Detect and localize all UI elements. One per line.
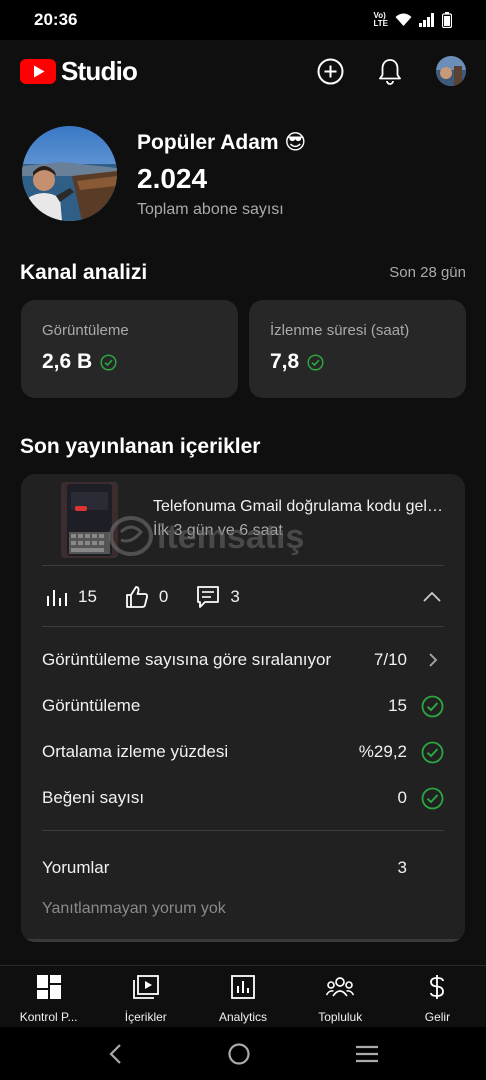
chevron-up-icon[interactable] xyxy=(423,591,441,603)
channel-avatar[interactable] xyxy=(22,126,117,221)
detail-value: 15 xyxy=(388,696,407,715)
logo-text: Studio xyxy=(61,55,138,86)
divider xyxy=(42,626,444,627)
metric-card-watch-time[interactable]: İzlenme süresi (saat) 7,8 xyxy=(249,300,466,398)
detail-label: Beğeni sayısı xyxy=(42,788,145,807)
battery-icon xyxy=(442,12,452,28)
watermark-logo: itemsatış xyxy=(109,516,304,556)
subscriber-label: Toplam abone sayısı xyxy=(137,201,284,218)
system-navigation-bar xyxy=(0,1027,486,1080)
nav-label: Topluluk xyxy=(318,1010,363,1024)
ranking-row[interactable]: Görüntüleme sayısına göre sıralanıyor 7/… xyxy=(42,648,444,672)
metric-card-views[interactable]: Görüntüleme 2,6 B xyxy=(21,300,238,398)
avg-percentage-row: Ortalama izleme yüzdesi %29,2 xyxy=(42,740,444,764)
create-plus-icon[interactable] xyxy=(317,58,344,85)
views-count: 15 xyxy=(78,587,97,606)
likes-count: 0 xyxy=(158,587,169,606)
nav-item-content[interactable]: İçerikler xyxy=(97,966,194,1027)
check-circle-icon xyxy=(421,695,444,717)
dollar-icon xyxy=(430,975,445,999)
bar-chart-icon xyxy=(47,590,67,606)
content-icon xyxy=(132,975,159,999)
wifi-icon xyxy=(395,13,412,26)
dashboard-icon xyxy=(36,975,61,999)
youtube-play-logo-icon xyxy=(20,58,56,84)
nav-label: İçerikler xyxy=(124,1010,167,1024)
detail-label: Görüntüleme xyxy=(42,696,141,715)
detail-value: 0 xyxy=(397,788,407,807)
comments-label: Yorumlar xyxy=(42,858,110,877)
divider xyxy=(42,830,444,831)
subscriber-count: 2.024 xyxy=(137,163,208,194)
svg-text:itemsatış: itemsatış xyxy=(157,518,304,556)
community-icon xyxy=(326,977,355,997)
analytics-icon xyxy=(231,975,255,999)
check-circle-icon xyxy=(307,353,324,371)
recent-content-title: Son yayınlanan içerikler xyxy=(20,435,261,458)
recent-video-card: Telefonuma Gmail doğrulama kodu gelmiyor… xyxy=(21,474,465,942)
comments-count: 3 xyxy=(230,587,240,606)
nav-label: Gelir xyxy=(424,1010,451,1024)
check-circle-icon xyxy=(421,787,444,809)
comments-row[interactable]: Yorumlar 3 xyxy=(42,856,444,880)
likes-detail-row: Beğeni sayısı 0 xyxy=(42,786,444,810)
notification-bell-icon[interactable] xyxy=(378,58,402,85)
check-circle-icon xyxy=(421,741,444,763)
divider xyxy=(42,565,444,566)
likes-stat: 0 xyxy=(125,585,168,609)
video-stats-row: 15 0 3 xyxy=(46,580,441,614)
back-icon[interactable] xyxy=(107,1043,123,1065)
metric-value: 7,8 xyxy=(270,350,300,373)
views-detail-row: Görüntüleme 15 xyxy=(42,694,444,718)
status-time: 20:36 xyxy=(34,10,78,29)
detail-label: Ortalama izleme yüzdesi xyxy=(42,742,229,761)
no-unreplied-comments-text: Yanıtlanmayan yorum yok xyxy=(42,900,226,917)
nav-item-analytics[interactable]: Analytics xyxy=(194,966,291,1027)
nav-item-dashboard[interactable]: Kontrol P... xyxy=(0,966,97,1027)
nav-item-earn[interactable]: Gelir xyxy=(389,966,486,1027)
metric-label: Görüntüleme xyxy=(42,322,129,339)
home-icon[interactable] xyxy=(227,1042,251,1066)
channel-summary: Popüler Adam 😎 2.024 Toplam abone sayısı xyxy=(22,126,306,221)
signal-icon xyxy=(419,13,434,27)
nav-item-community[interactable]: Topluluk xyxy=(292,966,389,1027)
nav-label: Analytics xyxy=(218,1010,268,1024)
volte-indicator: Vo) LTE xyxy=(373,11,388,28)
metric-label: İzlenme süresi (saat) xyxy=(270,322,410,339)
views-stat: 15 xyxy=(46,586,97,608)
chevron-right-icon xyxy=(428,653,437,667)
detail-label: Görüntüleme sayısına göre sıralanıyor xyxy=(42,650,332,669)
header-actions xyxy=(317,56,466,86)
status-icons: Vo) LTE xyxy=(373,12,452,28)
detail-value: %29,2 xyxy=(358,742,407,761)
comments-value: 3 xyxy=(397,858,407,877)
recents-menu-icon[interactable] xyxy=(355,1044,379,1064)
channel-analytics-title: Kanal analizi xyxy=(20,261,148,284)
check-circle-icon xyxy=(100,353,117,371)
bottom-navigation: Kontrol P... İçerikler Analytics Toplulu… xyxy=(0,965,486,1027)
nav-label: Kontrol P... xyxy=(19,1010,78,1024)
account-avatar[interactable] xyxy=(436,56,466,86)
youtube-studio-logo[interactable]: Studio xyxy=(20,55,138,87)
detail-value: 7/10 xyxy=(373,650,407,669)
metric-value: 2,6 B xyxy=(42,350,93,373)
status-bar: 20:36 Vo) LTE xyxy=(0,0,486,40)
comments-stat: 3 xyxy=(196,585,240,609)
channel-name: Popüler Adam 😎 xyxy=(137,131,307,154)
thumbs-up-icon xyxy=(126,586,148,608)
comment-icon xyxy=(197,586,220,608)
app-header: Studio xyxy=(0,40,486,102)
analytics-period: Son 28 gün xyxy=(389,264,466,281)
